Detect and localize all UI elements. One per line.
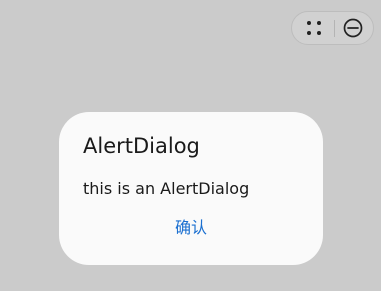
- dialog-message: this is an AlertDialog: [83, 179, 250, 198]
- four-dots-icon: [307, 21, 321, 35]
- confirm-button[interactable]: 确认: [151, 213, 231, 243]
- alert-dialog: AlertDialog this is an AlertDialog 确认: [59, 112, 323, 265]
- close-button[interactable]: [340, 16, 366, 40]
- capsule-divider: [334, 20, 335, 37]
- capsule-menu: [291, 11, 374, 45]
- more-button[interactable]: [300, 16, 328, 40]
- dialog-title: AlertDialog: [83, 134, 200, 158]
- minus-circle-icon: [343, 18, 363, 38]
